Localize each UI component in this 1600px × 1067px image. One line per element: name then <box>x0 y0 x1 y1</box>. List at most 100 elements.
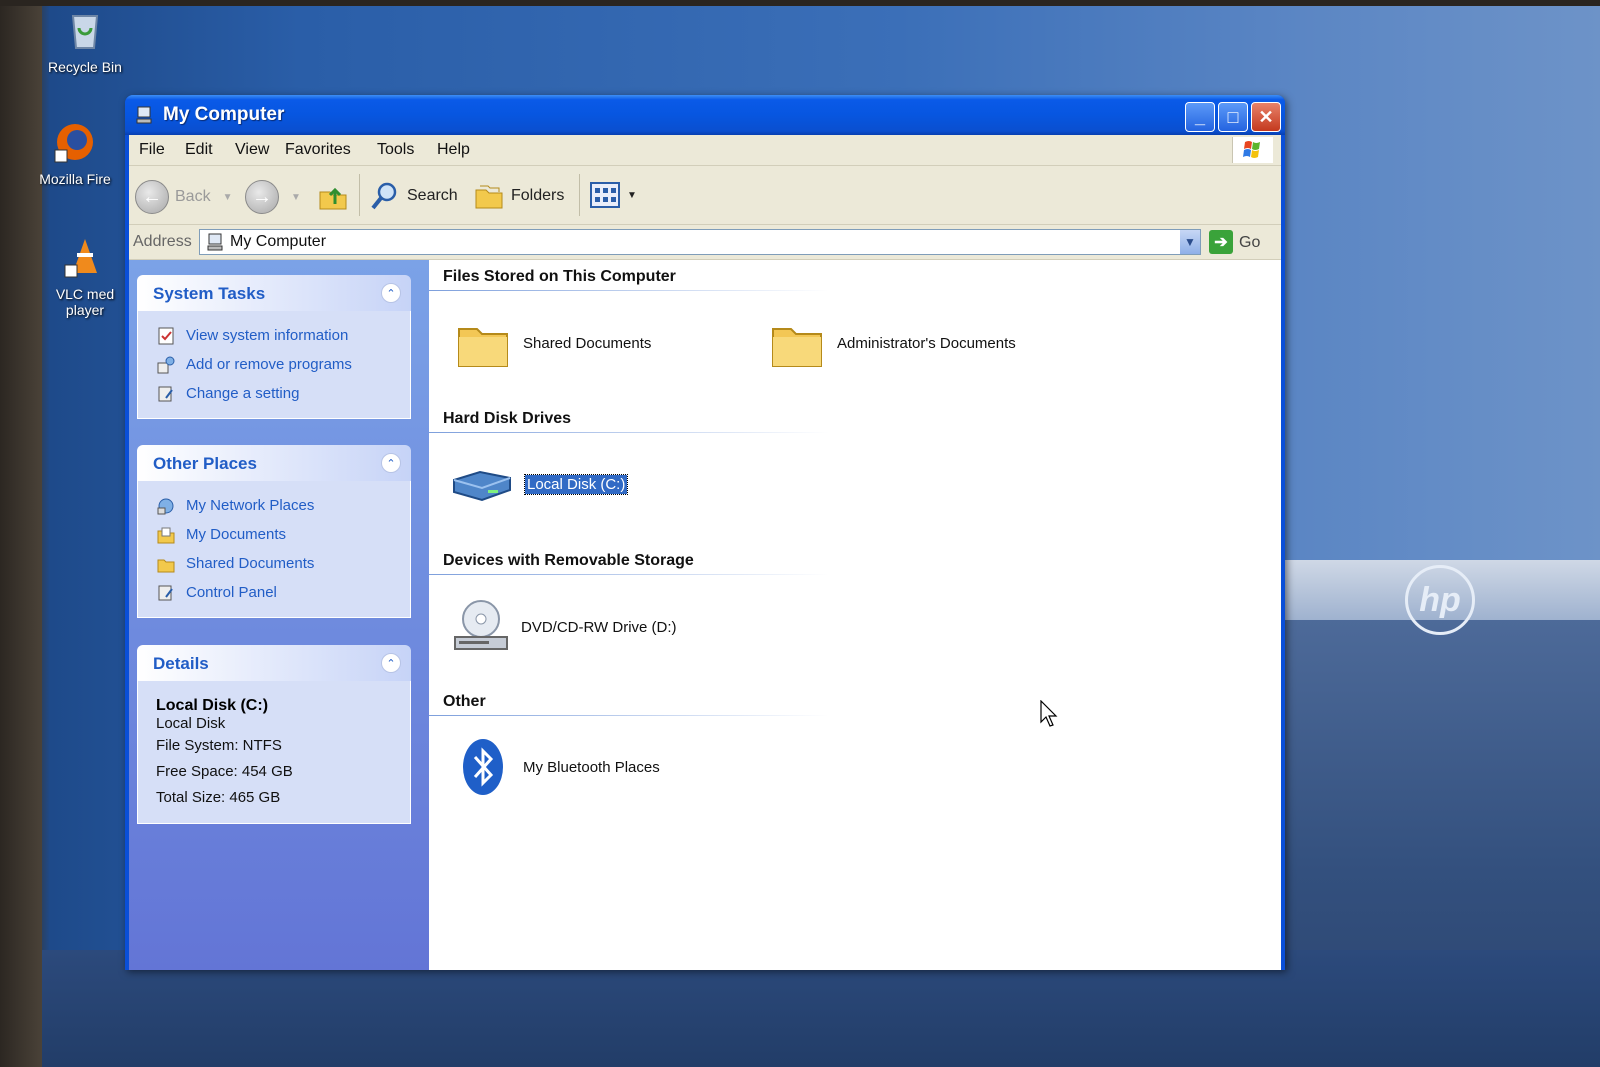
item-dvd-drive-d[interactable]: DVD/CD-RW Drive (D:) <box>451 595 677 659</box>
views-grid-icon <box>590 182 620 208</box>
close-button[interactable]: ✕ <box>1251 102 1281 132</box>
views-dropdown-icon: ▼ <box>627 189 637 201</box>
other-places-panel: Other Places ⌃ My Network Places My Docu… <box>137 445 411 618</box>
task-label: Add or remove programs <box>186 356 352 373</box>
system-tasks-title: System Tasks <box>153 284 266 303</box>
group-header: Hard Disk Drives <box>443 410 572 427</box>
up-folder-button[interactable] <box>317 180 349 212</box>
toolbar: ← Back ▼ → ▼ Search Folders ▼ <box>129 166 1281 225</box>
menu-help[interactable]: Help <box>437 141 470 159</box>
bluetooth-icon <box>463 739 503 795</box>
desktop-icon-label: Recycle Bin <box>48 59 122 75</box>
go-button[interactable]: Go <box>1239 234 1260 252</box>
task-pane: System Tasks ⌃ View system information A… <box>129 260 429 970</box>
desktop-icon-recycle-bin[interactable]: Recycle Bin <box>40 8 130 75</box>
add-remove-programs-icon <box>157 356 175 373</box>
group-header: Other <box>443 693 486 710</box>
menu-view[interactable]: View <box>235 141 269 159</box>
shared-folder-icon <box>157 559 175 572</box>
address-input[interactable]: My Computer ▼ <box>199 229 1201 255</box>
vlc-cone-icon <box>64 239 97 278</box>
place-my-network-places[interactable]: My Network Places <box>156 491 396 520</box>
group-header: Files Stored on This Computer <box>443 268 676 285</box>
menu-edit[interactable]: Edit <box>185 141 213 159</box>
search-button[interactable]: Search <box>369 180 458 212</box>
other-places-header[interactable]: Other Places ⌃ <box>137 445 411 481</box>
system-tasks-header[interactable]: System Tasks ⌃ <box>137 275 411 311</box>
window-title: My Computer <box>163 104 285 125</box>
menu-favorites[interactable]: Favorites <box>285 141 351 159</box>
network-places-icon <box>157 498 174 514</box>
window-titlebar[interactable]: My Computer _ □ ✕ <box>125 95 1285 135</box>
address-dropdown-icon[interactable]: ▼ <box>1180 230 1200 254</box>
desktop-icon-firefox[interactable]: Mozilla Fire <box>30 120 120 187</box>
monitor-bezel-top <box>0 0 1600 6</box>
details-item-type: Local Disk <box>156 715 226 732</box>
back-arrow-icon: ← <box>135 180 169 214</box>
windows-flag-icon <box>1232 137 1273 163</box>
task-add-remove-programs[interactable]: Add or remove programs <box>156 350 396 379</box>
group-divider <box>429 715 829 716</box>
place-label: My Documents <box>186 526 287 543</box>
minimize-button[interactable]: _ <box>1185 102 1215 132</box>
system-tasks-panel: System Tasks ⌃ View system information A… <box>137 275 411 419</box>
back-button[interactable]: ← Back ▼ <box>135 180 232 214</box>
collapse-chevron-icon[interactable]: ⌃ <box>381 653 401 673</box>
task-view-system-information[interactable]: View system information <box>156 321 396 350</box>
forward-button[interactable]: → ▼ <box>245 180 301 214</box>
system-info-icon <box>158 327 174 344</box>
forward-dropdown-icon[interactable]: ▼ <box>291 192 301 203</box>
up-folder-icon <box>319 187 347 210</box>
details-total-size: Total Size: 465 GB <box>156 789 281 806</box>
desktop-icon-label: Mozilla Fire <box>39 171 111 187</box>
place-control-panel[interactable]: Control Panel <box>156 578 396 607</box>
recycle-bin-icon <box>71 15 99 49</box>
item-label: Shared Documents <box>523 334 652 352</box>
desktop-icon-vlc[interactable]: VLC med player <box>40 235 130 318</box>
details-free-space: Free Space: 454 GB <box>156 763 293 780</box>
views-button[interactable]: ▼ <box>589 180 637 210</box>
dvd-drive-icon <box>454 600 508 650</box>
place-label: Control Panel <box>186 584 277 601</box>
item-label: My Bluetooth Places <box>523 758 660 776</box>
collapse-chevron-icon[interactable]: ⌃ <box>381 283 401 303</box>
address-bar: Address My Computer ▼ ➔ Go <box>129 225 1281 260</box>
item-local-disk-c[interactable]: Local Disk (C:) <box>449 456 629 512</box>
item-my-bluetooth-places[interactable]: My Bluetooth Places <box>453 735 660 799</box>
place-my-documents[interactable]: My Documents <box>156 520 396 549</box>
details-file-system: File System: NTFS <box>156 737 282 754</box>
other-places-title: Other Places <box>153 454 257 473</box>
task-change-setting[interactable]: Change a setting <box>156 379 396 408</box>
my-documents-icon <box>157 527 175 543</box>
search-icon <box>371 182 397 210</box>
search-label: Search <box>407 187 458 204</box>
details-header[interactable]: Details ⌃ <box>137 645 411 681</box>
details-item-name: Local Disk (C:) <box>156 697 269 714</box>
folder-icon <box>458 328 508 367</box>
item-label-selected: Local Disk (C:) <box>523 473 629 495</box>
group-divider <box>429 432 829 433</box>
item-shared-documents[interactable]: Shared Documents <box>453 315 651 371</box>
menu-bar: File Edit View Favorites Tools Help <box>129 135 1281 166</box>
folder-icon <box>772 328 822 367</box>
control-panel-icon <box>158 386 173 401</box>
place-shared-documents[interactable]: Shared Documents <box>156 549 396 578</box>
desktop-icon-label: VLC med player <box>55 286 115 318</box>
place-label: My Network Places <box>186 497 315 514</box>
back-dropdown-icon[interactable]: ▼ <box>223 192 233 203</box>
hp-logo: hp <box>1405 565 1475 635</box>
forward-arrow-icon: → <box>245 180 279 214</box>
item-label: DVD/CD-RW Drive (D:) <box>521 618 677 636</box>
file-list-pane: Files Stored on This Computer Shared Doc… <box>429 260 1281 970</box>
item-administrators-documents[interactable]: Administrator's Documents <box>767 315 1016 371</box>
my-computer-window: My Computer _ □ ✕ File Edit View Favorit… <box>125 95 1285 970</box>
menu-file[interactable]: File <box>139 141 165 159</box>
go-arrow-icon[interactable]: ➔ <box>1209 230 1233 254</box>
back-label: Back <box>175 188 211 205</box>
menu-tools[interactable]: Tools <box>377 141 414 159</box>
folders-button[interactable]: Folders <box>473 180 564 212</box>
collapse-chevron-icon[interactable]: ⌃ <box>381 453 401 473</box>
group-divider <box>429 574 829 575</box>
details-title: Details <box>153 654 209 673</box>
maximize-button[interactable]: □ <box>1218 102 1248 132</box>
